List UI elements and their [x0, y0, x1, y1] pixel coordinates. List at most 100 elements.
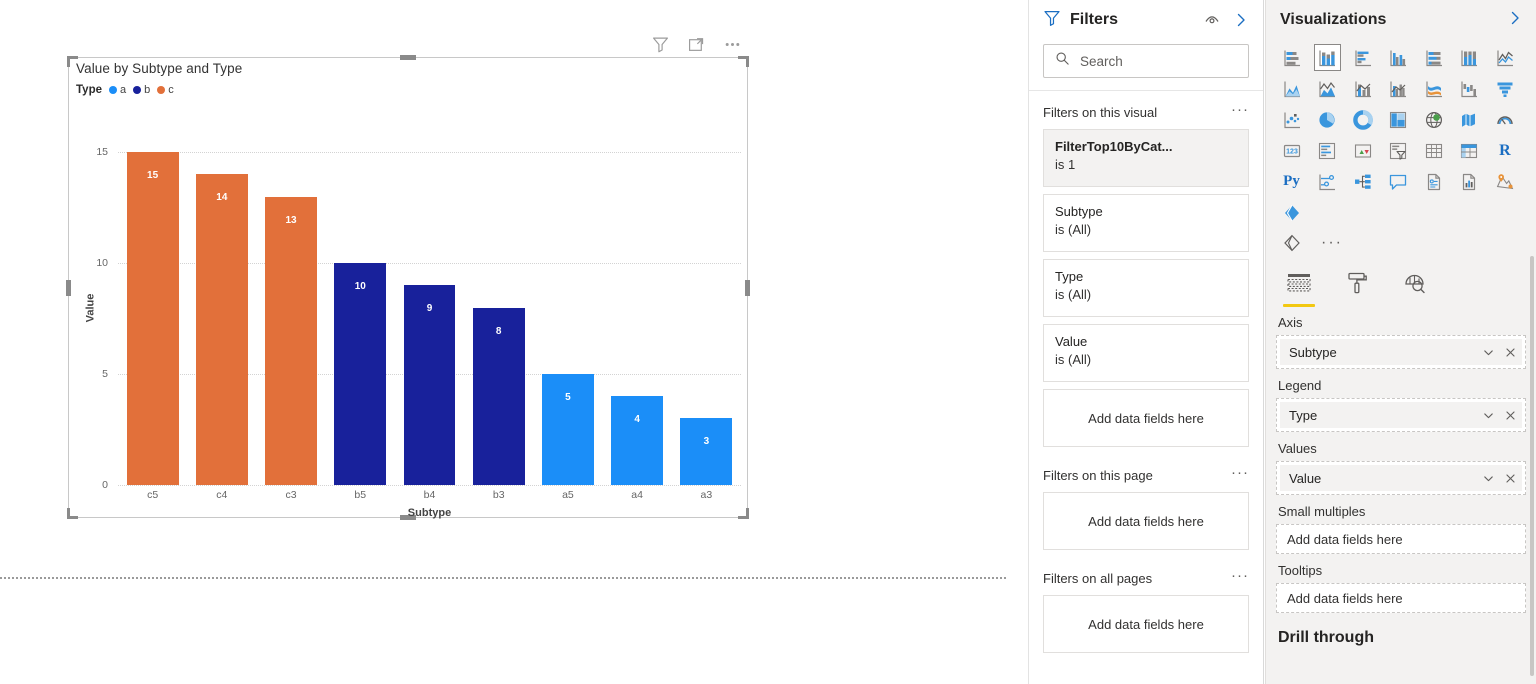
bar-data-label-a3: 3 — [703, 436, 710, 448]
legend-item-a[interactable]: a — [109, 84, 126, 96]
python-visual-icon[interactable]: Py — [1278, 168, 1305, 195]
resize-handle-top-right[interactable] — [738, 56, 749, 67]
chevron-right-icon[interactable] — [1506, 9, 1524, 32]
hundred-percent-stacked-bar-chart-icon[interactable] — [1420, 44, 1447, 71]
filter-card-subtype[interactable]: Subtype is (All) — [1043, 194, 1249, 252]
legend-item-c[interactable]: c — [157, 84, 174, 96]
power-apps-icon[interactable] — [1278, 199, 1305, 226]
chart-plot-area: 15 14 13 10 9 8 5 4 3 — [118, 130, 741, 486]
search-input[interactable]: Search — [1043, 44, 1249, 78]
gallery-more-ellipsis[interactable]: ··· — [1321, 235, 1343, 250]
line-and-stacked-column-chart-icon[interactable] — [1349, 75, 1376, 102]
field-chip-subtype[interactable]: Subtype — [1280, 339, 1522, 365]
filter-dropzone-1[interactable]: Add data fields here — [1043, 492, 1249, 550]
map-icon[interactable] — [1420, 106, 1447, 133]
key-influencers-icon[interactable] — [1314, 168, 1341, 195]
get-more-visuals-diamond-icon[interactable] — [1278, 230, 1305, 257]
waterfall-chart-icon[interactable] — [1456, 75, 1483, 102]
qna-icon[interactable] — [1385, 168, 1412, 195]
field-well-values[interactable]: Value — [1276, 461, 1526, 495]
more-options-icon[interactable] — [722, 34, 742, 54]
visualizations-pane-title: Visualizations — [1280, 11, 1387, 28]
hundred-percent-stacked-column-chart-icon[interactable] — [1456, 44, 1483, 71]
chart-bars[interactable]: 15 14 13 10 9 8 5 4 3 — [118, 130, 741, 485]
pie-chart-icon[interactable] — [1314, 106, 1341, 133]
card-icon[interactable]: 123 — [1278, 137, 1305, 164]
filter-group-more-icon-1[interactable]: ··· — [1231, 465, 1249, 480]
gauge-icon[interactable] — [1491, 106, 1518, 133]
scatter-chart-icon[interactable] — [1278, 106, 1305, 133]
clustered-bar-chart-icon[interactable] — [1349, 44, 1376, 71]
slicer-icon[interactable] — [1385, 137, 1412, 164]
decomposition-tree-icon[interactable] — [1349, 168, 1376, 195]
chevron-down-icon[interactable] — [1480, 470, 1496, 486]
field-well-label-axis: Axis — [1278, 315, 1303, 330]
visualization-type-gallery[interactable]: 123 R Py — [1266, 40, 1536, 232]
filter-dropzone-0[interactable]: Add data fields here — [1043, 389, 1249, 447]
treemap-icon[interactable] — [1385, 106, 1412, 133]
remove-field-close-icon[interactable] — [1502, 407, 1518, 423]
area-chart-icon[interactable] — [1278, 75, 1305, 102]
bar-data-label-b5: 10 — [354, 281, 366, 293]
remove-field-close-icon[interactable] — [1502, 344, 1518, 360]
bar-c4[interactable]: 14 — [195, 174, 248, 485]
bar-a3[interactable]: 3 — [680, 418, 733, 485]
resize-handle-right[interactable] — [745, 279, 750, 296]
stacked-area-chart-icon[interactable] — [1314, 75, 1341, 102]
hide-pane-eye-icon[interactable] — [1202, 10, 1222, 30]
filter-card-type[interactable]: Type is (All) — [1043, 259, 1249, 317]
bar-b5[interactable]: 10 — [334, 263, 387, 485]
arcgis-maps-icon[interactable] — [1491, 168, 1518, 195]
chevron-down-icon[interactable] — [1480, 344, 1496, 360]
focus-mode-icon[interactable] — [686, 34, 706, 54]
filter-group-more-icon-2[interactable]: ··· — [1231, 568, 1249, 583]
chart-visual-container[interactable]: Value by Subtype and Type Type abc Value… — [66, 55, 750, 520]
kpi-icon[interactable] — [1349, 137, 1376, 164]
y-tick-label-10: 10 — [96, 257, 108, 270]
bar-a5[interactable]: 5 — [541, 374, 594, 485]
paginated-report-icon[interactable] — [1456, 168, 1483, 195]
bar-b4[interactable]: 9 — [403, 285, 456, 485]
chevron-down-icon[interactable] — [1480, 407, 1496, 423]
field-dropzone-small-multiples[interactable]: Add data fields here — [1276, 524, 1526, 554]
bar-slot-c3: 13 — [256, 130, 325, 485]
stacked-column-chart-icon[interactable] — [1313, 44, 1341, 71]
filter-dropzone-2[interactable]: Add data fields here — [1043, 595, 1249, 653]
r-script-visual-icon[interactable]: R — [1491, 137, 1518, 164]
resize-handle-bottom-left[interactable] — [67, 508, 78, 519]
report-canvas[interactable]: Value by Subtype and Type Type abc Value… — [0, 0, 1028, 684]
tab-analytics[interactable] — [1398, 270, 1432, 304]
resize-handle-top[interactable] — [400, 55, 416, 60]
field-chip-value[interactable]: Value — [1280, 465, 1522, 491]
stacked-bar-chart-icon[interactable] — [1278, 44, 1305, 71]
collapse-chevron-icon[interactable] — [1231, 10, 1251, 30]
smart-narrative-icon[interactable] — [1420, 168, 1447, 195]
line-and-clustered-column-chart-icon[interactable] — [1385, 75, 1412, 102]
table-icon[interactable] — [1420, 137, 1447, 164]
field-chip-type[interactable]: Type — [1280, 402, 1522, 428]
bar-b3[interactable]: 8 — [472, 307, 525, 485]
line-chart-icon[interactable] — [1491, 44, 1518, 71]
tab-format[interactable] — [1340, 270, 1374, 304]
filled-map-icon[interactable] — [1456, 106, 1483, 133]
remove-field-close-icon[interactable] — [1502, 470, 1518, 486]
filter-card-filtertop10bycat[interactable]: FilterTop10ByCat... is 1 — [1043, 129, 1249, 187]
bar-c5[interactable]: 15 — [126, 152, 179, 485]
donut-chart-icon[interactable] — [1349, 106, 1376, 133]
bar-a4[interactable]: 4 — [611, 396, 664, 485]
ribbon-chart-icon[interactable] — [1420, 75, 1447, 102]
visualizations-pane-scrollbar[interactable] — [1530, 256, 1534, 676]
matrix-icon[interactable] — [1456, 137, 1483, 164]
bar-c3[interactable]: 13 — [265, 196, 317, 485]
filter-icon[interactable] — [650, 34, 670, 54]
legend-item-b[interactable]: b — [133, 84, 150, 96]
field-dropzone-tooltips[interactable]: Add data fields here — [1276, 583, 1526, 613]
funnel-chart-icon[interactable] — [1491, 75, 1518, 102]
filter-card-value[interactable]: Value is (All) — [1043, 324, 1249, 382]
clustered-column-chart-icon[interactable] — [1385, 44, 1412, 71]
filter-group-more-icon-0[interactable]: ··· — [1231, 102, 1249, 117]
multi-row-card-icon[interactable] — [1314, 137, 1341, 164]
tab-fields[interactable] — [1282, 270, 1316, 307]
field-well-axis[interactable]: Subtype — [1276, 335, 1526, 369]
field-well-legend[interactable]: Type — [1276, 398, 1526, 432]
